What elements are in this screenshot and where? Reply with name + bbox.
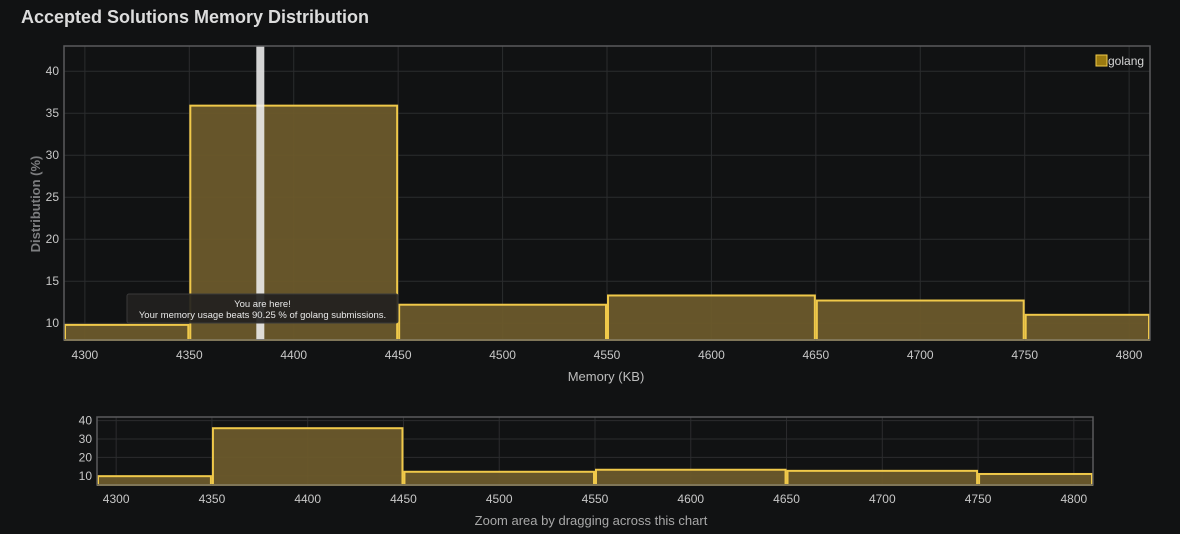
y-tick-label: 35 xyxy=(46,106,60,120)
x-tick-label: 4350 xyxy=(199,492,226,506)
legend-label-golang: golang xyxy=(1108,54,1144,68)
x-tick-label: 4500 xyxy=(486,492,513,506)
x-tick-label: 4450 xyxy=(385,348,412,362)
x-tick-label: 4550 xyxy=(594,348,621,362)
x-tick-label: 4600 xyxy=(677,492,704,506)
y-tick-label: 30 xyxy=(46,148,60,162)
x-tick-label: 4400 xyxy=(294,492,321,506)
x-tick-label: 4350 xyxy=(176,348,203,362)
memory-distribution-chart[interactable]: 10152025303540 4300 4350 4400 4450 4500 4550 4… xyxy=(0,0,1180,400)
histogram-bar[interactable] xyxy=(64,323,190,342)
y-axis-label: Distribution (%) xyxy=(28,156,43,253)
y-tick-label: 20 xyxy=(46,232,60,246)
x-tick-label: 4750 xyxy=(965,492,992,506)
x-tick-label: 4550 xyxy=(582,492,609,506)
navigator-grid xyxy=(97,417,1093,485)
y-tick-label: 40 xyxy=(79,414,93,428)
tooltip-text: Your memory usage beats 90.25 % of golan… xyxy=(139,310,386,321)
histogram-bar[interactable] xyxy=(595,468,787,486)
tooltip-title: You are here! xyxy=(234,299,291,310)
x-tick-label: 4700 xyxy=(869,492,896,506)
navigator-frame xyxy=(96,416,1094,486)
x-tick-label: 4600 xyxy=(698,348,725,362)
tooltip: You are here! Your memory usage beats 90… xyxy=(126,293,399,324)
x-tick-label: 4650 xyxy=(802,348,829,362)
x-tick-label: 4500 xyxy=(489,348,516,362)
y-tick-label: 30 xyxy=(79,432,93,446)
x-axis-label: Memory (KB) xyxy=(568,369,645,384)
y-tick-label: 40 xyxy=(46,64,60,78)
x-tick-label: 4450 xyxy=(390,492,417,506)
histogram-bar[interactable] xyxy=(815,299,1025,341)
x-tick-label: 4750 xyxy=(1011,348,1038,362)
x-axis-ticks: 4300 4350 4400 4450 4500 4550 4600 4650 4700 4750… xyxy=(72,348,1143,362)
navigator-x-ticks: 4300 4350 4400 4450 4500 4550 4600 4650 4700 4750… xyxy=(103,492,1088,506)
y-tick-label: 10 xyxy=(46,316,60,330)
x-tick-label: 4800 xyxy=(1060,492,1087,506)
x-tick-label: 4300 xyxy=(72,348,99,362)
histogram-bar[interactable] xyxy=(211,427,404,487)
histogram-bar[interactable] xyxy=(786,469,979,487)
histogram-bar[interactable] xyxy=(398,303,607,341)
navigator-bars xyxy=(97,427,1093,487)
x-tick-label: 4400 xyxy=(280,348,307,362)
legend-swatch-golang xyxy=(1095,54,1108,67)
x-tick-label: 4650 xyxy=(773,492,800,506)
y-tick-label: 15 xyxy=(46,274,60,288)
x-tick-label: 4700 xyxy=(907,348,934,362)
y-tick-label: 20 xyxy=(79,450,93,464)
histogram-bar[interactable] xyxy=(607,294,816,342)
y-tick-label: 25 xyxy=(46,190,60,204)
x-tick-label: 4300 xyxy=(103,492,130,506)
histogram-bar[interactable] xyxy=(97,475,212,486)
navigator-y-ticks: 10 20 30 40 xyxy=(79,414,93,483)
legend[interactable]: golang xyxy=(1095,54,1144,68)
histogram-bar[interactable] xyxy=(978,472,1093,486)
x-tick-label: 4800 xyxy=(1116,348,1143,362)
histogram-bar[interactable] xyxy=(1024,313,1150,341)
y-axis-ticks: 10 15 20 25 30 35 40 xyxy=(46,64,60,330)
histogram-bar[interactable] xyxy=(403,470,596,487)
navigator-label: Zoom area by dragging across this chart xyxy=(475,513,708,528)
y-tick-label: 10 xyxy=(79,469,93,483)
